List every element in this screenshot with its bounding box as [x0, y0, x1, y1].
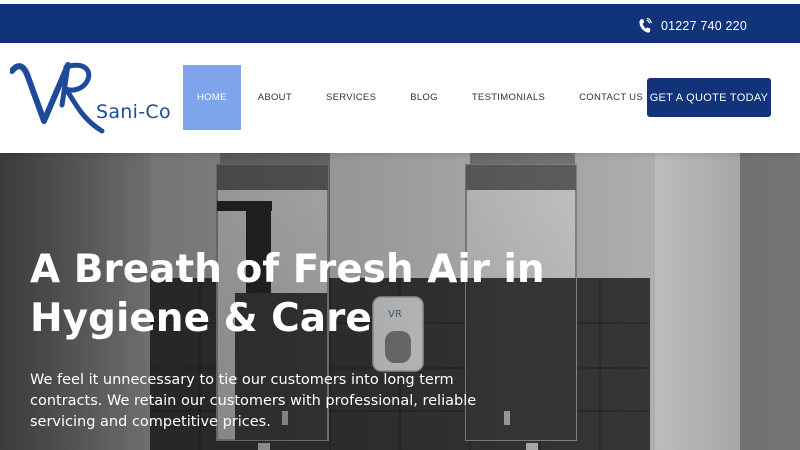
hero-description: We feel it unnecessary to tie our custom…	[30, 372, 477, 430]
logo-text: Sani-Co	[96, 101, 171, 123]
top-bar: 01227 740 220	[0, 0, 800, 43]
phone-icon	[638, 18, 652, 34]
hero-title: A Breath of Fresh Air in Hygiene & Care	[30, 247, 545, 341]
site-logo[interactable]: Sani-Co	[9, 57, 175, 139]
nav-item-services[interactable]: SERVICES	[309, 65, 393, 130]
nav-item-home[interactable]: HOME	[183, 65, 241, 130]
site-header: Sani-Co HOME ABOUT SERVICES BLOG TESTIMO…	[0, 43, 800, 153]
hero-section: VR A Breath of Fresh Air in Hygiene & Ca…	[0, 153, 800, 450]
nav-item-blog[interactable]: BLOG	[393, 65, 455, 130]
nav-item-contact-us[interactable]: CONTACT US	[562, 65, 660, 130]
phone-number[interactable]: 01227 740 220	[661, 19, 747, 33]
main-nav: HOME ABOUT SERVICES BLOG TESTIMONIALS CO…	[183, 65, 660, 130]
nav-item-testimonials[interactable]: TESTIMONIALS	[455, 65, 562, 130]
phone-contact[interactable]: 01227 740 220	[638, 17, 747, 35]
get-quote-button[interactable]: GET A QUOTE TODAY	[647, 78, 771, 117]
nav-item-about[interactable]: ABOUT	[241, 65, 309, 130]
logo-mark	[9, 62, 105, 134]
